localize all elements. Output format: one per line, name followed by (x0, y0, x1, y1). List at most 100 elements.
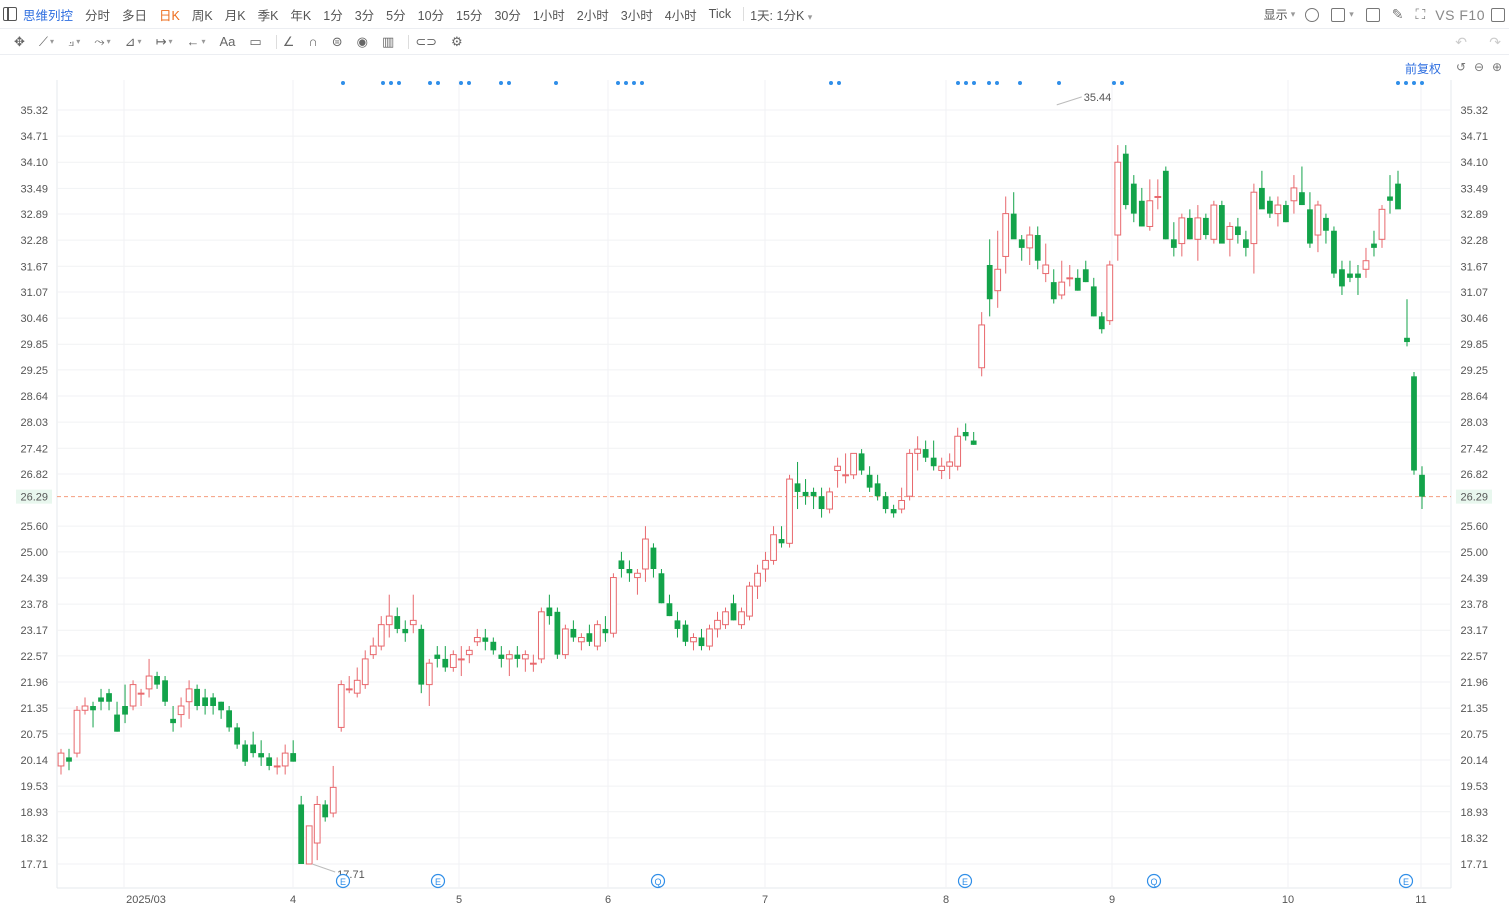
price-tick-right: 28.03 (1460, 417, 1488, 429)
candle-body-down (626, 568, 633, 574)
price-tick-left: 32.28 (20, 235, 48, 247)
candle-body-down (802, 491, 809, 497)
x-axis-label: 11 (1415, 894, 1426, 906)
candle-body-up (1250, 191, 1258, 245)
candle-body-down (234, 727, 241, 745)
candle-body-up (353, 679, 361, 694)
price-tick-right: 30.46 (1460, 313, 1488, 325)
price-tick-left: 20.75 (20, 729, 48, 741)
candle-body-up (770, 534, 777, 561)
candle-body-down (226, 710, 233, 728)
candle-body-down (442, 658, 449, 668)
candle-body-up (1066, 277, 1074, 280)
candle-body-down (858, 453, 865, 471)
candle-body-up (706, 628, 713, 647)
candle-body-up (361, 658, 369, 686)
candle-body-down (1090, 286, 1097, 317)
candle-body-up (754, 572, 761, 587)
price-tick-left: 27.42 (20, 443, 48, 455)
price-tick-left: 19.53 (20, 781, 48, 793)
candle-body-up (177, 705, 185, 716)
price-tick-left: 33.49 (20, 183, 48, 195)
candle-body-down (1122, 153, 1129, 206)
candle-body-up (129, 684, 137, 707)
signal-dot (1120, 81, 1124, 85)
price-tick-left: 22.57 (20, 651, 48, 663)
signal-dot (1396, 81, 1400, 85)
candle-body-down (1098, 316, 1105, 330)
candle-body-down (1355, 273, 1361, 278)
candle-body-down (554, 611, 561, 655)
price-tick-right: 20.75 (1460, 729, 1488, 741)
signal-dot (616, 81, 620, 85)
candle-body-down (1234, 226, 1241, 236)
price-tick-left: 23.78 (20, 599, 48, 611)
price-tick-right: 24.39 (1460, 573, 1488, 585)
candle-body-down (258, 753, 265, 758)
candle-body-up (465, 649, 473, 656)
price-tick-right: 22.57 (1460, 651, 1488, 663)
candle-body-down (1130, 183, 1137, 214)
price-tick-right: 21.35 (1460, 703, 1488, 715)
price-tick-right: 20.14 (1460, 755, 1488, 767)
candle-body-down (1162, 170, 1169, 240)
candle-body-up (1058, 281, 1066, 296)
candle-body-up (81, 705, 89, 711)
candle-body-up (337, 684, 345, 728)
candle-body-up (714, 619, 721, 630)
candle-body-up (145, 675, 153, 690)
candle-body-up (898, 499, 906, 510)
price-tick-left: 21.96 (20, 677, 48, 689)
candle-body-down (1034, 235, 1041, 261)
candle-body-up (137, 692, 145, 695)
signal-dot (341, 81, 345, 85)
candle-body-down (1307, 209, 1313, 244)
candle-body-up (1314, 204, 1322, 236)
candle-body-down (1259, 187, 1265, 210)
candle-body-down (170, 718, 176, 724)
candle-body-down (1395, 183, 1401, 210)
candle-body-down (986, 264, 993, 300)
candlestick-chart[interactable]: 35.32 35.32 34.71 34.71 34.10 34.10 33.49 33.49… (0, 0, 1509, 912)
candle-body-down (1018, 239, 1025, 248)
signal-dot (436, 81, 440, 85)
signal-dot (1112, 81, 1116, 85)
event-marker-label: E (962, 877, 968, 887)
candle-body-down (298, 804, 305, 864)
signal-dot (428, 81, 432, 85)
candle-body-up (978, 324, 986, 369)
candle-body-down (250, 744, 257, 754)
price-tick-left: 30.46 (20, 313, 48, 325)
x-axis-label: 5 (456, 894, 462, 906)
signal-dot (499, 81, 503, 85)
candle-body-up (305, 825, 313, 865)
candle-body-down (402, 628, 409, 634)
price-tick-right: 31.67 (1460, 261, 1488, 273)
candle-body-up (786, 478, 793, 544)
price-tick-left: 28.64 (20, 391, 48, 403)
candle-body-up (1210, 204, 1218, 240)
candle-body-down (602, 628, 609, 634)
candle-body-down (1010, 213, 1017, 240)
candle-body-down (682, 624, 689, 642)
candle-body-down (66, 757, 72, 762)
candle-body-down (434, 654, 441, 659)
candle-body-up (1114, 161, 1122, 236)
candle-body-up (762, 559, 769, 570)
candle-body-down (498, 654, 505, 659)
candle-body-down (90, 706, 96, 711)
high-marker-label: 35.44 (1084, 92, 1112, 104)
candle-body-down (162, 680, 168, 702)
current-price-label-left: 26.29 (20, 492, 48, 504)
signal-dot (381, 81, 385, 85)
candle-body-down (1331, 230, 1337, 274)
candle-body-up (1106, 264, 1114, 322)
candle-body-up (722, 611, 729, 626)
x-axis-label: 7 (762, 894, 768, 906)
signal-dot (1018, 81, 1022, 85)
candle-body-down (1267, 200, 1273, 214)
event-marker-label: E (340, 877, 346, 887)
x-axis-label: 6 (605, 894, 611, 906)
price-tick-left: 34.10 (20, 157, 48, 169)
price-tick-left: 35.32 (20, 105, 48, 117)
